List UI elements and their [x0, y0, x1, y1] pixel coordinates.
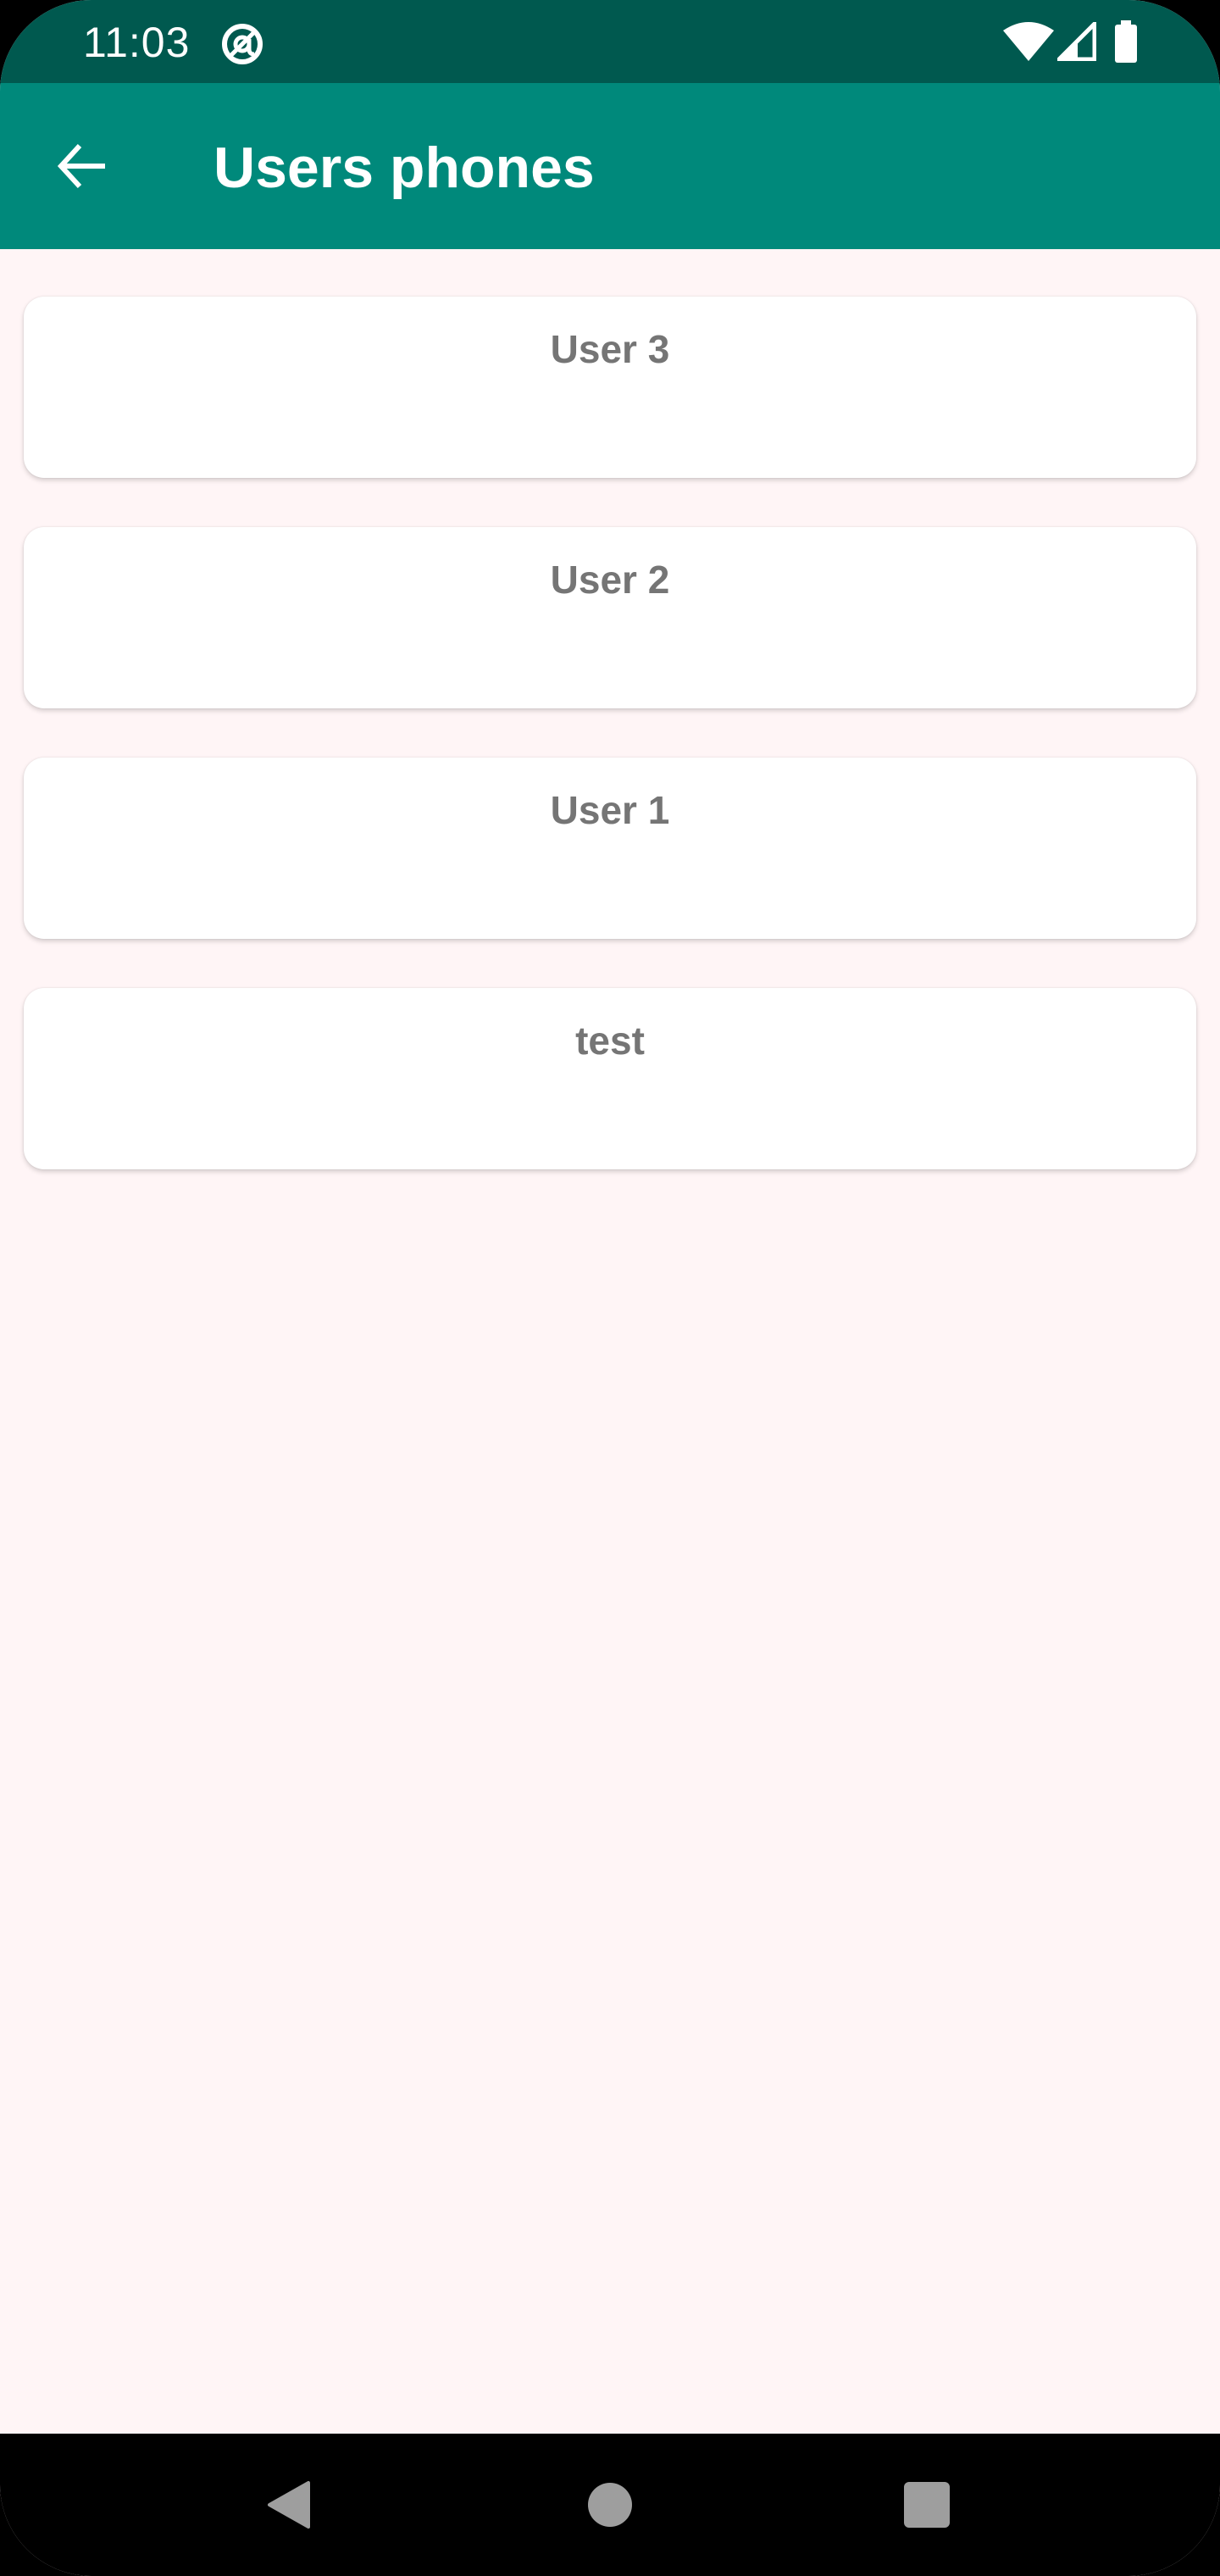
at-sign-icon: [222, 24, 263, 64]
app-bar: Users phones: [0, 83, 1220, 249]
wifi-icon: [1003, 22, 1054, 61]
phone-screen: 11:03 Users phones User 3 User 2 User 1 …: [0, 0, 1220, 2576]
battery-icon: [1115, 20, 1137, 63]
user-name: User 3: [550, 327, 670, 371]
status-time: 11:03: [83, 19, 191, 66]
user-name: User 1: [550, 788, 670, 832]
signal-icon: [1057, 22, 1096, 61]
user-card[interactable]: User 1: [24, 758, 1196, 939]
nav-recents-button[interactable]: [884, 2462, 969, 2547]
page-title: Users phones: [214, 136, 595, 200]
user-card[interactable]: test: [24, 988, 1196, 1169]
nav-home-icon: [588, 2483, 632, 2527]
user-list: User 3 User 2 User 1 test: [0, 249, 1220, 2434]
nav-home-button[interactable]: [568, 2462, 652, 2547]
user-name: User 2: [550, 558, 670, 602]
user-name: test: [575, 1019, 645, 1063]
user-card[interactable]: User 3: [24, 297, 1196, 478]
nav-back-icon: [268, 2481, 310, 2529]
system-nav-bar: [0, 2434, 1220, 2576]
arrow-left-icon: [57, 143, 105, 189]
user-card[interactable]: User 2: [24, 527, 1196, 708]
nav-back-button[interactable]: [247, 2462, 332, 2547]
back-button[interactable]: [41, 125, 122, 207]
nav-recents-icon: [904, 2482, 950, 2528]
status-bar: 11:03: [0, 0, 1220, 83]
